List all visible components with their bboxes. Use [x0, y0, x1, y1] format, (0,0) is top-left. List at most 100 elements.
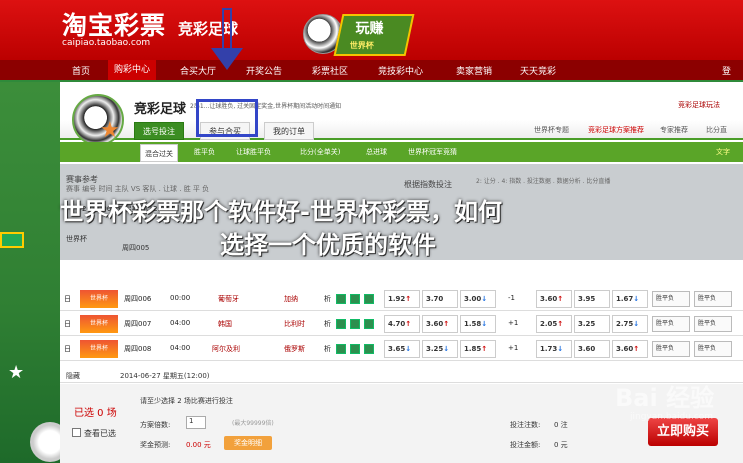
tab-pick[interactable]: 选号投注 [134, 122, 184, 140]
match-no: 周四008 [124, 345, 152, 353]
subtab-handicap[interactable]: 让球胜平负 [236, 147, 271, 157]
odds-hdraw[interactable]: 3.95 [574, 290, 610, 308]
nav-home[interactable]: 首页 [72, 64, 90, 77]
odds-hwin[interactable]: 1.73↓ [536, 340, 572, 358]
buy-button[interactable]: 立即购买 [648, 418, 718, 446]
login-link[interactable]: 登 [722, 64, 731, 77]
odds-lose[interactable]: 1.58↓ [460, 315, 496, 333]
match-no: 周四007 [124, 320, 152, 328]
play-select[interactable]: 胜平负 [652, 341, 690, 357]
home-team[interactable]: 葡萄牙 [218, 294, 239, 304]
odds-hlose[interactable]: 1.67↓ [612, 290, 648, 308]
odds-win[interactable]: 1.92↑ [384, 290, 420, 308]
stats-icon[interactable] [350, 294, 360, 304]
odds-draw[interactable]: 3.60↑ [422, 315, 458, 333]
nav-results[interactable]: 开奖公告 [246, 64, 282, 77]
home-team[interactable]: 阿尔及利 [212, 344, 240, 354]
subtab-champion[interactable]: 世界杯冠军竞猜 [408, 147, 457, 157]
nav-daily[interactable]: 天天竞彩 [520, 64, 556, 77]
play-select[interactable]: 胜平负 [694, 291, 732, 307]
odds-draw[interactable]: 3.25↓ [422, 340, 458, 358]
hide-link[interactable]: 隐藏 [66, 371, 80, 381]
left-decor: ★ [0, 82, 70, 463]
play-select[interactable]: 胜平负 [652, 291, 690, 307]
nav-buy-center[interactable]: 购彩中心 [108, 60, 157, 80]
analysis-link[interactable]: 析 [324, 344, 331, 354]
odds-lose[interactable]: 1.85↑ [460, 340, 496, 358]
analysis-link[interactable]: 析 [324, 319, 331, 329]
subtab-score[interactable]: 比分(全单关) [300, 147, 340, 157]
stats-icon[interactable] [364, 319, 374, 329]
tab-live-score[interactable]: 比分直 [706, 125, 727, 135]
odds-lose[interactable]: 3.00↓ [460, 290, 496, 308]
play-select[interactable]: 胜平负 [694, 341, 732, 357]
cup-badge: 世界杯 [80, 290, 118, 308]
subtab-wdl[interactable]: 胜平负 [194, 147, 215, 157]
stats-icon[interactable] [336, 319, 346, 329]
index-options: 2: 让分 . 4: 指数 . 投注数据 . 数据分析 . 比分直播 [476, 178, 611, 185]
play-select[interactable]: 胜平负 [694, 316, 732, 332]
match-time: 04:00 [170, 319, 191, 327]
odds-hdraw[interactable]: 3.60 [574, 340, 610, 358]
play-select[interactable]: 胜平负 [652, 316, 690, 332]
site-logo[interactable]: 淘宝彩票 [62, 6, 166, 42]
caption-line-2: 选择一个优质的软件 [220, 231, 436, 259]
watermark-url: jingyan.baidu.com [630, 412, 714, 422]
multiple-input[interactable]: 1 [186, 416, 206, 429]
star-icon: ★ [100, 118, 120, 143]
site-url: caipiao.taobao.com [62, 38, 151, 48]
table-row[interactable]: 日 世界杯 周四008 04:00 阿尔及利 俄罗斯 析 3.65↓ 3.25↓… [60, 337, 743, 361]
odds-hdraw[interactable]: 3.25 [574, 315, 610, 333]
stats-icon[interactable] [364, 294, 374, 304]
tab-experts[interactable]: 专家推荐 [660, 125, 688, 135]
stats-icon[interactable] [336, 344, 346, 354]
index-label: 根据指数投注 [404, 180, 452, 189]
main-nav: 首页 购彩中心 合买大厅 开奖公告 彩票社区 竞技彩中心 卖家营销 天天竞彩 登 [0, 60, 743, 80]
handicap: +1 [508, 344, 519, 352]
stats-icon[interactable] [364, 344, 374, 354]
subtab-goals[interactable]: 总进球 [366, 147, 387, 157]
play-type-bar: 混合过关 胜平负 让球胜平负 比分(全单关) 总进球 世界杯冠军竞猜 文字 [60, 142, 743, 162]
match-no: 周四006 [124, 295, 152, 303]
subtab-mixed[interactable]: 混合过关 [140, 144, 178, 162]
nav-sports-center[interactable]: 竞技彩中心 [378, 64, 423, 77]
caption-line-1: 世界杯彩票那个软件好-世界杯彩票，如何 [60, 198, 502, 226]
odds-hlose[interactable]: 2.75↓ [612, 315, 648, 333]
away-team[interactable]: 俄罗斯 [284, 344, 305, 354]
stats-icon[interactable] [350, 319, 360, 329]
stats-icon[interactable] [350, 344, 360, 354]
worldcup-badge[interactable]: 玩赚 世界杯 [333, 14, 415, 56]
nav-seller[interactable]: 卖家营销 [456, 64, 492, 77]
subtab-right[interactable]: 文字 [716, 147, 730, 157]
odds-win[interactable]: 3.65↓ [384, 340, 420, 358]
view-selected-checkbox[interactable] [72, 428, 81, 437]
odds-hwin[interactable]: 3.60↑ [536, 290, 572, 308]
away-team[interactable]: 加纳 [284, 294, 298, 304]
plan-label: 方案倍数: [140, 421, 171, 429]
top-header: 淘宝彩票 caipiao.taobao.com 竞彩足球 玩赚 世界杯 [0, 0, 743, 60]
away-team[interactable]: 比利时 [284, 319, 305, 329]
tab-my-orders[interactable]: 我的订单 [264, 122, 314, 140]
view-selected-label: 查看已选 [84, 429, 116, 438]
odds-hlose[interactable]: 3.60↑ [612, 340, 648, 358]
game-right-link[interactable]: 竞彩足球玩法 [678, 100, 720, 110]
odds-hwin[interactable]: 2.05↑ [536, 315, 572, 333]
prize-detail-button[interactable]: 奖金明细 [224, 436, 272, 450]
tab-worldcup-topic[interactable]: 世界杯专题 [534, 125, 569, 135]
odds-draw[interactable]: 3.70 [422, 290, 458, 308]
stats-icon[interactable] [336, 294, 346, 304]
analysis-link[interactable]: 析 [324, 294, 331, 304]
watermark: Bai 经验 [615, 384, 715, 412]
match-time: 00:00 [170, 294, 191, 302]
odds-win[interactable]: 4.70↑ [384, 315, 420, 333]
home-team[interactable]: 韩国 [218, 319, 232, 329]
flag-icon [0, 232, 24, 248]
star-icon: ★ [8, 362, 25, 383]
table-row[interactable]: 日 世界杯 周四006 00:00 葡萄牙 加纳 析 1.92↑ 3.70 3.… [60, 287, 743, 311]
nav-community[interactable]: 彩票社区 [312, 64, 348, 77]
amount-label: 投注金额: [510, 441, 541, 449]
screenshot: ★ 淘宝彩票 caipiao.taobao.com 竞彩足球 玩赚 世界杯 首页… [0, 0, 743, 463]
tab-recommend[interactable]: 竞彩足球方案推荐 [588, 125, 644, 135]
date-label: 2014-06-27 星期五(12:00) [120, 372, 210, 380]
table-row[interactable]: 日 世界杯 周四007 04:00 韩国 比利时 析 4.70↑ 3.60↑ 1… [60, 312, 743, 336]
